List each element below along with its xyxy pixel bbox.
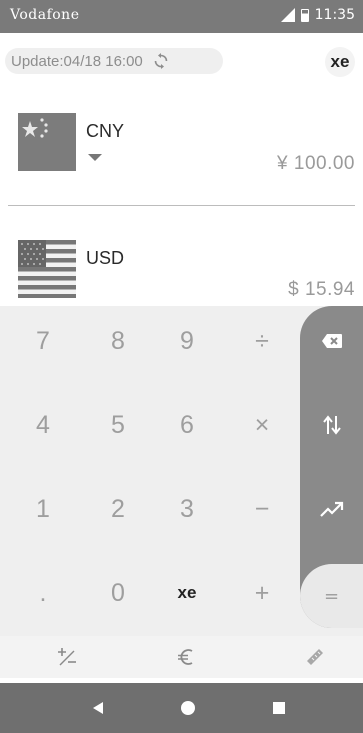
equals-button[interactable]: = xyxy=(300,564,363,628)
currency-amount: $ 15.94 xyxy=(288,279,355,300)
signal-icon xyxy=(280,8,295,22)
chevron-down-icon[interactable] xyxy=(88,154,102,161)
key-5[interactable]: 5 xyxy=(83,390,153,460)
divider xyxy=(8,205,355,206)
key-0[interactable]: 0 xyxy=(83,558,153,628)
key-decimal[interactable]: . xyxy=(8,558,78,628)
usa-flag-icon xyxy=(18,240,76,298)
battery-icon xyxy=(300,8,309,22)
plus-minus-icon xyxy=(58,648,76,666)
recents-icon xyxy=(273,702,285,714)
home-icon xyxy=(181,701,195,715)
backspace-button[interactable] xyxy=(300,306,363,376)
navigation-bar xyxy=(0,683,363,733)
key-plus[interactable]: + xyxy=(227,558,297,628)
plus-minus-button[interactable] xyxy=(54,644,80,670)
key-divide[interactable]: ÷ xyxy=(227,306,297,376)
key-minus[interactable]: − xyxy=(227,474,297,544)
key-7[interactable]: 7 xyxy=(8,306,78,376)
update-button[interactable]: Update:04/18 16:00 xyxy=(5,48,223,74)
key-3[interactable]: 3 xyxy=(152,474,222,544)
refresh-icon xyxy=(154,53,168,69)
back-button[interactable] xyxy=(87,697,109,719)
key-6[interactable]: 6 xyxy=(152,390,222,460)
key-9[interactable]: 9 xyxy=(152,306,222,376)
key-multiply[interactable]: × xyxy=(227,390,297,460)
recents-button[interactable] xyxy=(268,697,290,719)
currency-row-usd[interactable]: USD $ 15.94 xyxy=(0,208,363,300)
currency-row-cny[interactable]: CNY ¥ 100.00 xyxy=(0,108,363,208)
key-8[interactable]: 8 xyxy=(83,306,153,376)
chart-icon xyxy=(319,501,343,517)
currency-code: USD xyxy=(86,248,125,268)
tools-bar xyxy=(0,636,363,678)
xe-logo[interactable]: xe xyxy=(325,47,355,77)
chart-button[interactable] xyxy=(300,474,363,544)
backspace-icon xyxy=(321,334,342,348)
home-button[interactable] xyxy=(177,697,199,719)
key-2[interactable]: 2 xyxy=(83,474,153,544)
key-xe[interactable]: xe xyxy=(152,558,222,628)
carrier-name: Vodafone xyxy=(10,7,80,23)
euro-icon xyxy=(178,649,193,665)
swap-button[interactable] xyxy=(300,390,363,460)
currency-amount: ¥ 100.00 xyxy=(277,153,355,174)
swap-icon xyxy=(322,415,341,435)
status-time: 11:35 xyxy=(314,7,355,23)
ruler-icon xyxy=(307,649,323,665)
ruler-button[interactable] xyxy=(302,644,328,670)
china-flag-icon xyxy=(18,113,76,171)
status-bar: Vodafone 11:35 xyxy=(0,0,363,33)
euro-button[interactable] xyxy=(173,644,199,670)
keypad: 7 8 9 ÷ 4 5 6 × 1 2 3 − . 0 xe + = xyxy=(0,306,363,636)
currency-code: CNY xyxy=(86,121,125,141)
key-1[interactable]: 1 xyxy=(8,474,78,544)
key-4[interactable]: 4 xyxy=(8,390,78,460)
update-label: Update:04/18 16:00 xyxy=(11,52,143,70)
back-icon xyxy=(93,702,103,714)
status-icons: 11:35 xyxy=(280,7,355,23)
